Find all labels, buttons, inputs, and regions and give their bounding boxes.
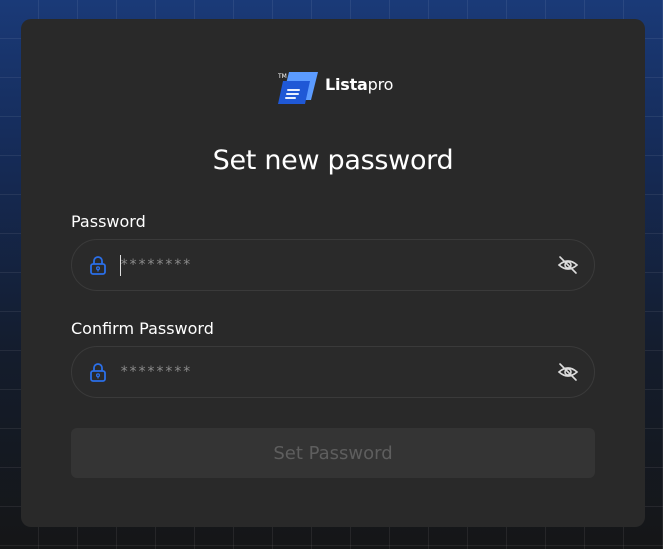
confirm-password-input[interactable] — [120, 357, 540, 387]
set-password-button[interactable]: Set Password — [71, 428, 595, 478]
brand-name-bold: Lista — [325, 75, 368, 94]
password-label: Password — [71, 212, 146, 231]
lock-icon — [90, 256, 106, 275]
password-input[interactable] — [120, 250, 540, 280]
lock-icon — [90, 363, 106, 382]
password-field[interactable] — [71, 239, 595, 291]
page-title: Set new password — [212, 145, 454, 176]
confirm-password-field[interactable] — [71, 346, 595, 398]
confirm-password-label: Confirm Password — [71, 319, 214, 338]
document-list-icon: TM — [278, 72, 318, 104]
eye-off-icon[interactable] — [557, 361, 579, 383]
brand-wordmark: Listapro — [325, 75, 393, 94]
brand-name-light: pro — [367, 75, 394, 94]
set-password-card: TM Listapro Set new password Password Co… — [21, 19, 645, 527]
text-cursor — [120, 255, 121, 276]
eye-off-icon[interactable] — [557, 254, 579, 276]
trademark-mark: TM — [278, 73, 287, 80]
brand-logo: TM Listapro — [278, 69, 398, 105]
